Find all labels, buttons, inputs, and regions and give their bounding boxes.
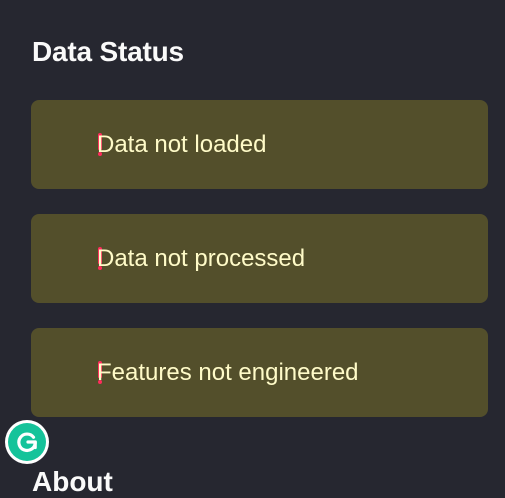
- grammarly-icon[interactable]: [5, 420, 49, 464]
- section-title-data-status: Data Status: [32, 36, 184, 67]
- section-title-about: About: [32, 466, 113, 497]
- status-card-data-loaded: Data not loaded: [31, 100, 488, 189]
- status-text: Data not processed: [97, 245, 306, 272]
- sidebar: Data Status Data not loaded Data not pro…: [0, 0, 505, 497]
- status-text: Features not engineered: [97, 359, 359, 386]
- status-card-data-processed: Data not processed: [31, 214, 488, 303]
- status-card-features-engineered: Features not engineered: [31, 328, 488, 417]
- status-text: Data not loaded: [97, 131, 267, 158]
